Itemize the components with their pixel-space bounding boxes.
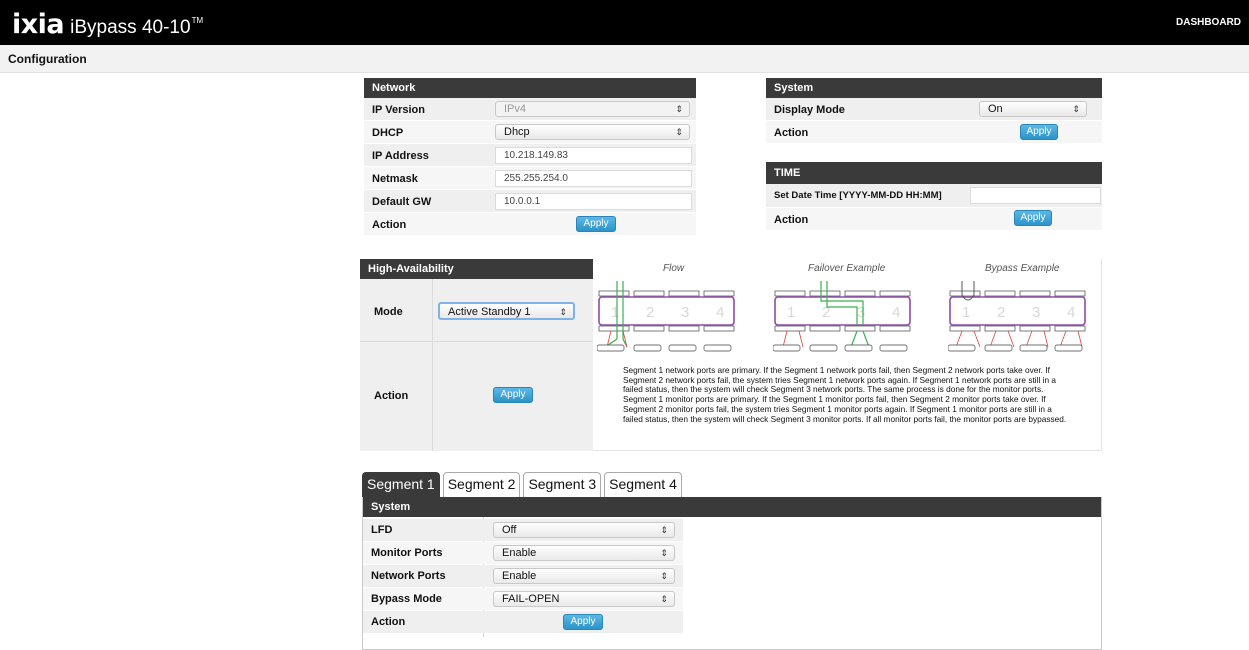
ha-mode-select[interactable]: Active Standby 1 ⇕ bbox=[438, 302, 575, 320]
svg-text:3: 3 bbox=[681, 304, 689, 321]
network-ports-value: Enable bbox=[502, 570, 537, 582]
select-arrows-icon: ⇕ bbox=[660, 525, 668, 535]
svg-text:4: 4 bbox=[892, 304, 900, 321]
top-bar: IXIA iBypass 40-10 TM DASHBOARD bbox=[0, 0, 1249, 45]
high-availability-panel: Mode Active Standby 1 ⇕ Action Apply bbox=[360, 279, 593, 451]
monitor-ports-value: Enable bbox=[502, 547, 537, 559]
segment-action-label: Action bbox=[371, 616, 406, 628]
brand-wordmark: IXIA bbox=[12, 9, 65, 40]
ip-version-select[interactable]: IPv4 ⇕ bbox=[495, 101, 690, 117]
segment-panel: System LFD Off ⇕ Monitor Ports Enable ⇕ Ne… bbox=[362, 497, 1102, 650]
segment-system-header: System bbox=[363, 497, 1101, 517]
bypass-mode-value: FAIL-OPEN bbox=[502, 593, 560, 605]
select-arrows-icon: ⇕ bbox=[675, 127, 683, 137]
system-apply-button[interactable]: Apply bbox=[1020, 124, 1058, 140]
svg-text:1: 1 bbox=[962, 304, 970, 321]
system-panel: System Display Mode On ⇕ Action Apply bbox=[766, 78, 1102, 144]
dashboard-link[interactable]: DASHBOARD bbox=[1176, 17, 1241, 28]
ha-action-label: Action bbox=[374, 390, 409, 402]
page-title: Configuration bbox=[8, 52, 87, 66]
system-action-label: Action bbox=[774, 127, 809, 139]
dhcp-label: DHCP bbox=[372, 127, 404, 139]
netmask-field[interactable]: 255.255.254.0 bbox=[495, 170, 692, 187]
network-ports-select[interactable]: Enable ⇕ bbox=[493, 568, 675, 584]
select-arrows-icon: ⇕ bbox=[675, 104, 683, 114]
bypass-mode-select[interactable]: FAIL-OPEN ⇕ bbox=[493, 591, 675, 607]
select-arrows-icon: ⇕ bbox=[559, 307, 567, 317]
netmask-label: Netmask bbox=[372, 173, 418, 185]
ha-diagram-area: Flow Failover Example Bypass Example 1 2 3… bbox=[593, 259, 1102, 451]
monitor-ports-label: Monitor Ports bbox=[371, 547, 443, 559]
tab-segment-2[interactable]: Segment 2 bbox=[442, 472, 521, 497]
system-header: System bbox=[766, 78, 1102, 98]
ha-description: Segment 1 network ports are primary. If … bbox=[623, 365, 1067, 424]
display-mode-label: Display Mode bbox=[774, 104, 845, 116]
network-panel: Network IP Version IPv4 ⇕ DHCP Dhcp ⇕ IP A… bbox=[364, 78, 696, 236]
network-ports-label: Network Ports bbox=[371, 570, 446, 582]
svg-text:2: 2 bbox=[646, 304, 654, 321]
column-divider bbox=[432, 279, 433, 451]
time-header: TIME bbox=[766, 162, 1102, 184]
select-arrows-icon: ⇕ bbox=[660, 594, 668, 604]
select-arrows-icon: ⇕ bbox=[1072, 104, 1080, 114]
ip-address-label: IP Address bbox=[372, 150, 429, 162]
high-availability-header: High-Availability bbox=[360, 259, 593, 279]
svg-text:3: 3 bbox=[857, 304, 865, 321]
network-apply-button[interactable]: Apply bbox=[576, 216, 616, 232]
svg-text:1: 1 bbox=[787, 304, 795, 321]
row-divider bbox=[360, 341, 593, 342]
dhcp-select[interactable]: Dhcp ⇕ bbox=[495, 124, 690, 140]
flow-diagram: 1 2 3 4 bbox=[597, 281, 735, 352]
failover-diagram: 1234 bbox=[773, 281, 911, 352]
product-name: iBypass 40-10 bbox=[70, 17, 191, 38]
lfd-label: LFD bbox=[371, 524, 393, 536]
ip-version-label: IP Version bbox=[372, 104, 425, 116]
svg-text:1: 1 bbox=[611, 304, 619, 321]
time-panel: TIME Set Date Time [YYYY-MM-DD HH:MM] Ac… bbox=[766, 162, 1102, 231]
tab-segment-3[interactable]: Segment 3 bbox=[523, 472, 602, 497]
breadcrumb-bar: Configuration bbox=[0, 45, 1249, 73]
datetime-label: Set Date Time [YYYY-MM-DD HH:MM] bbox=[774, 190, 942, 201]
gateway-field[interactable]: 10.0.0.1 bbox=[495, 193, 692, 210]
ha-mode-value: Active Standby 1 bbox=[448, 306, 531, 318]
bypass-mode-label: Bypass Mode bbox=[371, 593, 442, 605]
select-arrows-icon: ⇕ bbox=[660, 548, 668, 558]
trademark: TM bbox=[191, 16, 204, 25]
tab-segment-1[interactable]: Segment 1 bbox=[362, 472, 440, 497]
segment-tabs: Segment 1 Segment 2 Segment 3 Segment 4 bbox=[362, 472, 685, 497]
network-header: Network bbox=[364, 78, 696, 98]
ha-mode-label: Mode bbox=[374, 306, 403, 318]
gateway-label: Default GW bbox=[372, 196, 432, 208]
time-action-label: Action bbox=[774, 214, 809, 226]
monitor-ports-select[interactable]: Enable ⇕ bbox=[493, 545, 675, 561]
ixia-logo: IXIA iBypass 40-10 TM bbox=[12, 9, 203, 40]
datetime-field[interactable] bbox=[970, 187, 1101, 204]
flow-caption: Flow bbox=[663, 263, 685, 274]
tab-segment-4[interactable]: Segment 4 bbox=[604, 472, 682, 497]
lfd-value: Off bbox=[502, 524, 517, 536]
ip-version-value: IPv4 bbox=[504, 103, 527, 115]
bypass-caption: Bypass Example bbox=[985, 263, 1060, 274]
lfd-select[interactable]: Off ⇕ bbox=[493, 522, 675, 538]
svg-text:4: 4 bbox=[1067, 304, 1075, 321]
ha-apply-button[interactable]: Apply bbox=[493, 387, 533, 403]
select-arrows-icon: ⇕ bbox=[660, 571, 668, 581]
failover-caption: Failover Example bbox=[808, 263, 886, 274]
display-mode-value: On bbox=[988, 103, 1003, 115]
dhcp-value: Dhcp bbox=[504, 126, 530, 138]
ip-address-field[interactable]: 10.218.149.83 bbox=[495, 147, 692, 164]
display-mode-select[interactable]: On ⇕ bbox=[979, 101, 1087, 117]
segment-apply-button[interactable]: Apply bbox=[563, 614, 603, 630]
svg-text:2: 2 bbox=[997, 304, 1005, 321]
time-apply-button[interactable]: Apply bbox=[1014, 210, 1052, 226]
svg-text:3: 3 bbox=[1032, 304, 1040, 321]
bypass-diagram: 1 2 3 4 bbox=[948, 281, 1086, 352]
network-action-label: Action bbox=[372, 219, 407, 231]
svg-text:4: 4 bbox=[716, 304, 724, 321]
